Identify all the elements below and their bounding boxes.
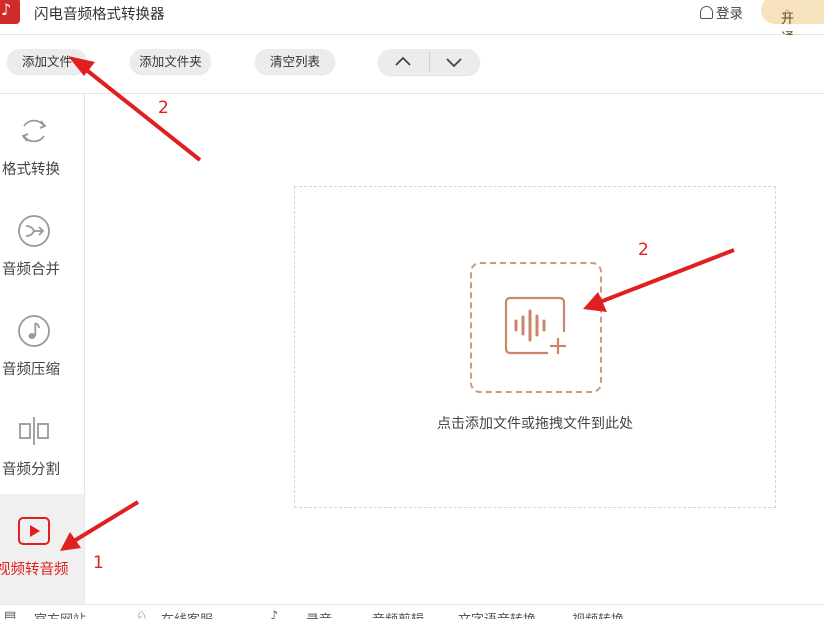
sidebar-item-label: 视频转音频	[0, 562, 69, 578]
split-icon	[19, 417, 49, 445]
vip-button[interactable]: ♢开通会员	[761, 0, 824, 84]
move-buttons	[378, 49, 480, 75]
sidebar-item-label: 格式转换	[2, 162, 60, 178]
chevron-up-icon	[395, 56, 411, 66]
sidebar-item-video-to-audio[interactable]: 视频转音频	[0, 494, 84, 604]
merge-icon	[18, 215, 50, 247]
sidebar-item-audio-split[interactable]: 音频分割	[0, 394, 84, 494]
add-file-button[interactable]: 添加文件	[7, 49, 87, 74]
app-logo: ♪	[0, 0, 20, 24]
login-button[interactable]: 登录	[700, 2, 743, 22]
sidebar-item-label: 音频分割	[2, 462, 60, 478]
sidebar-item-audio-compress[interactable]: 音频压缩	[0, 294, 84, 394]
audio-add-icon	[504, 296, 568, 356]
sidebar-item-format-convert[interactable]: 格式转换	[0, 94, 84, 194]
move-down-button[interactable]	[429, 49, 480, 75]
toolbar: 添加文件 添加文件夹 清空列表	[0, 35, 824, 94]
video-play-icon	[18, 517, 50, 545]
sidebar: 格式转换 音频合并 音频压缩 音频分割 视频转音频	[0, 94, 85, 604]
add-audio-button[interactable]	[470, 262, 602, 393]
sidebar-item-audio-merge[interactable]: 音频合并	[0, 194, 84, 294]
annotation-label-2-dropzone: 2	[638, 240, 649, 260]
add-folder-button[interactable]: 添加文件夹	[130, 49, 211, 74]
chevron-down-icon	[446, 58, 462, 68]
sidebar-item-label: 音频合并	[2, 262, 60, 278]
refresh-icon	[21, 119, 47, 143]
music-note-logo-icon: ♪	[1, 0, 12, 19]
title-bar: ♪ 闪电音频格式转换器 登录 ♢开通会员	[0, 0, 824, 84]
clear-list-button[interactable]: 清空列表	[255, 49, 335, 74]
login-label: 登录	[716, 6, 743, 22]
move-up-button[interactable]	[378, 49, 429, 75]
annotation-label-1: 1	[93, 553, 104, 573]
annotation-label-2-toolbar: 2	[158, 98, 169, 118]
music-note-icon	[18, 315, 50, 347]
sidebar-item-label: 音频压缩	[2, 362, 60, 378]
drop-hint: 点击添加文件或拖拽文件到此处	[437, 416, 633, 432]
app-title: 闪电音频格式转换器	[34, 7, 165, 23]
footer-bar: ▤ 官方网站 ♘ 在线客服 ♪ 录音 音频剪辑 文字语音转换 视频转换	[0, 604, 824, 619]
user-icon	[700, 6, 713, 19]
